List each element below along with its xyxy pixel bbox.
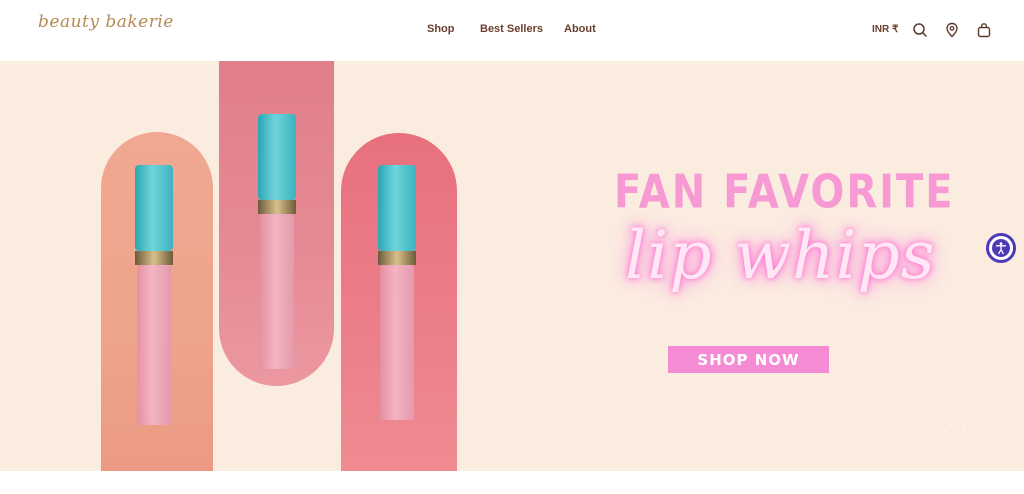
search-icon[interactable] <box>912 22 928 38</box>
accessibility-icon[interactable] <box>986 233 1016 263</box>
currency-selector[interactable]: INR ₹ <box>872 24 898 35</box>
shop-now-label: SHOP NOW <box>697 350 800 369</box>
nav-item-shop[interactable]: Shop <box>427 23 455 35</box>
hero-headline: FAN FAVORITE <box>614 166 955 219</box>
slider-pagination-icon[interactable]: ··· <box>936 416 974 432</box>
site-header: beauty bakerie Shop Best Sellers About I… <box>0 0 1024 61</box>
hero-script-text: lip whips <box>625 217 936 294</box>
brand-logo[interactable]: beauty bakerie <box>38 12 174 32</box>
shopping-bag-icon[interactable] <box>976 22 992 38</box>
location-pin-icon[interactable] <box>944 22 960 38</box>
nav-item-about[interactable]: About <box>564 23 596 35</box>
hero-banner[interactable]: FAN FAVORITE lip whips SHOP NOW ··· <box>0 61 1024 471</box>
nav-item-best-sellers[interactable]: Best Sellers <box>480 23 543 35</box>
shop-now-button[interactable]: SHOP NOW <box>668 346 829 373</box>
